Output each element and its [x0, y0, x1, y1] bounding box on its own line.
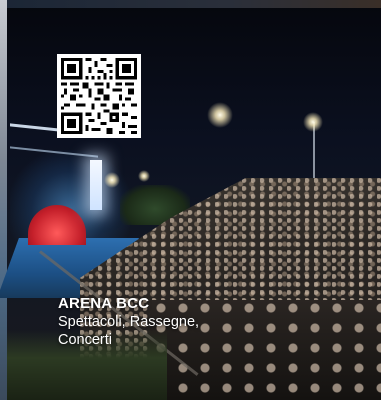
- caption-subtitle-line-2: Concerti: [58, 332, 112, 348]
- caption-title: ARENA BCC: [58, 295, 150, 312]
- distant-lamp: [138, 170, 150, 182]
- top-edge-strip: [0, 0, 381, 8]
- left-edge-strip: [0, 0, 7, 400]
- street-lamp: [303, 112, 323, 132]
- stage-lamp: [104, 172, 120, 188]
- qr-code-pattern: [61, 58, 137, 134]
- caption-subtitle-line-1: Spettacoli, Rassegne,: [58, 314, 200, 330]
- moon-light: [207, 102, 233, 128]
- arena-photo-card: ARENA BCC Spettacoli, Rassegne, Concerti: [0, 0, 381, 400]
- caption: ARENA BCC Spettacoli, Rassegne, Concerti: [58, 295, 258, 349]
- stage-screen: [90, 160, 102, 210]
- qr-code-icon[interactable]: [57, 54, 141, 138]
